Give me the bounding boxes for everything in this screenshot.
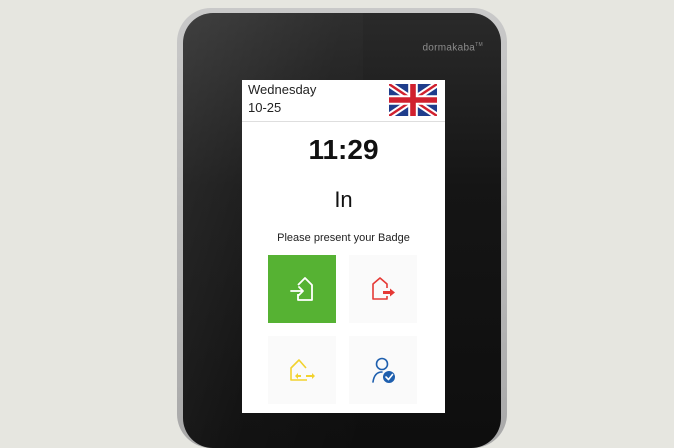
badge-prompt: Please present your Badge: [277, 232, 410, 244]
date-label: 10-25: [248, 100, 282, 115]
clock-in-icon: [290, 277, 313, 301]
terminal-screen: Wednesday 10-25 11:29 In Please present …: [242, 80, 445, 413]
user-status-button[interactable]: [349, 336, 417, 404]
day-label: Wednesday: [248, 82, 317, 97]
user-status-icon: [372, 357, 395, 383]
transfer-button[interactable]: [268, 336, 336, 404]
clock-in-button[interactable]: [268, 255, 336, 323]
clock-time: 11:29: [308, 134, 379, 165]
uk-flag-icon[interactable]: [389, 84, 437, 116]
screen-header: Wednesday 10-25: [242, 80, 445, 122]
transfer-icon: [290, 359, 315, 381]
brand-logo: dormakabaTM: [422, 42, 483, 54]
clock-out-icon: [372, 277, 395, 300]
clock-out-button[interactable]: [349, 255, 417, 323]
booking-mode: In: [334, 187, 353, 212]
